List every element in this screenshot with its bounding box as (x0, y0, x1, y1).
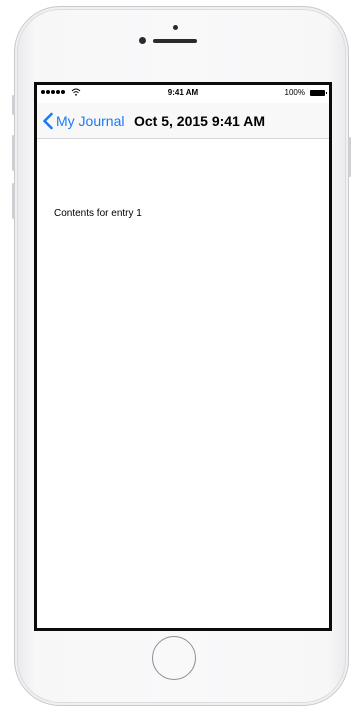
volume-down-button (12, 183, 15, 219)
front-camera (139, 37, 146, 44)
navigation-bar: My Journal Oct 5, 2015 9:41 AM (37, 103, 329, 139)
home-button[interactable] (152, 636, 196, 680)
proximity-sensor (173, 25, 178, 30)
battery-icon (310, 90, 327, 96)
phone-screen: 9:41 AM 100% My Journal Oct 5, 2015 9:41… (34, 82, 332, 631)
power-button (348, 137, 351, 177)
page-title: Oct 5, 2015 9:41 AM (134, 113, 265, 129)
entry-contents: Contents for entry 1 (54, 208, 142, 219)
earpiece-speaker (153, 39, 197, 43)
battery-percentage: 100% (284, 88, 305, 97)
status-bar: 9:41 AM 100% (37, 85, 329, 103)
mute-switch (12, 95, 15, 115)
volume-up-button (12, 135, 15, 171)
back-button[interactable]: My Journal (42, 110, 124, 132)
back-button-label: My Journal (56, 113, 125, 129)
chevron-left-icon (43, 112, 53, 130)
